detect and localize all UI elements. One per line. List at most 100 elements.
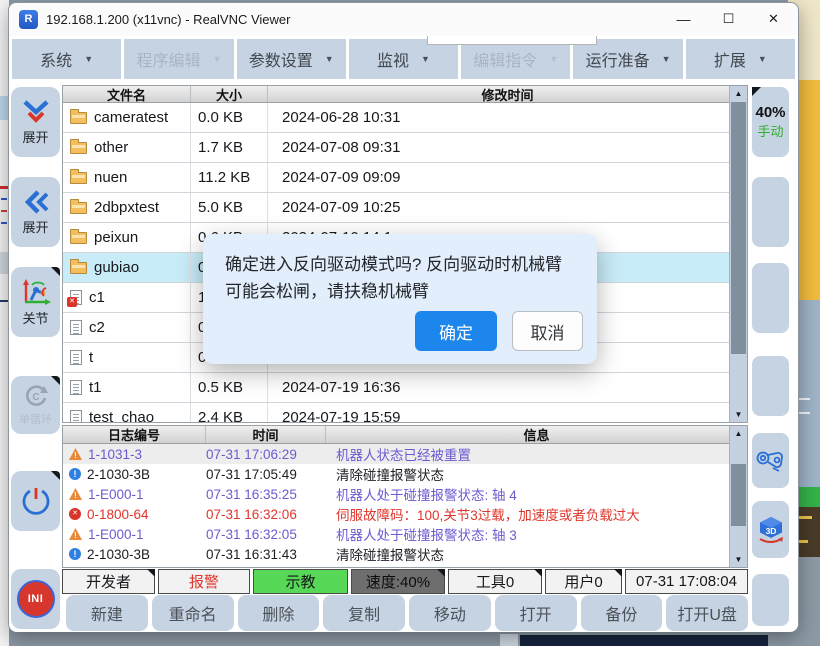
warning-icon <box>69 528 82 540</box>
delete-button[interactable]: 删除 <box>238 595 320 631</box>
file-row[interactable]: nuen 11.2 KB 2024-07-09 09:09 <box>63 163 747 193</box>
status-time: 07-31 17:08:04 <box>625 569 748 594</box>
log-row[interactable]: 0-1800-64 07-31 16:32:06 伺服故障码：100,关节3过载… <box>63 504 747 524</box>
log-header-time[interactable]: 时间 <box>206 426 326 443</box>
log-table-header[interactable]: 日志编号 时间 信息 <box>63 426 747 444</box>
log-row[interactable]: 2-1030-3B 07-31 17:05:49 清除碰撞报警状态 <box>63 464 747 484</box>
log-row[interactable]: 1-E000-1 07-31 16:35:25 机器人处于碰撞报警状态: 轴 4 <box>63 484 747 504</box>
folder-icon <box>70 262 87 274</box>
rail-button-empty[interactable] <box>752 263 789 333</box>
rail-button-empty[interactable] <box>752 177 789 247</box>
file-row[interactable]: t1 0.5 KB 2024-07-19 16:36 <box>63 373 747 403</box>
warning-icon <box>69 488 82 500</box>
status-user[interactable]: 用户0 <box>545 569 622 594</box>
cancel-button[interactable]: 取消 <box>512 311 583 351</box>
confirm-button[interactable]: 确定 <box>415 311 497 351</box>
menu-program-edit: 程序编辑 ▼ <box>124 39 233 79</box>
speed-mode-button[interactable]: 40% 手动 <box>752 87 789 157</box>
status-tool[interactable]: 工具0 <box>448 569 542 594</box>
window-title: 192.168.1.200 (x11vnc) - RealVNC Viewer <box>46 12 290 27</box>
3d-view-button[interactable]: 3D <box>752 501 789 558</box>
rail-button-empty[interactable] <box>752 574 789 626</box>
info-icon <box>69 468 81 480</box>
status-speed[interactable]: 速度:40% <box>351 569 445 594</box>
backup-button[interactable]: 备份 <box>581 595 663 631</box>
move-button[interactable]: 移动 <box>409 595 491 631</box>
folder-icon <box>70 172 87 184</box>
menu-edit-command: 编辑指令 ▼ <box>461 39 570 79</box>
scroll-up-icon[interactable]: ▲ <box>735 426 743 441</box>
corner-triangle-icon <box>752 87 761 96</box>
single-cycle-button: C 单循环 <box>11 376 60 434</box>
new-button[interactable]: 新建 <box>66 595 148 631</box>
scroll-down-icon[interactable]: ▼ <box>735 552 743 567</box>
maximize-button[interactable]: ☐ <box>706 3 751 35</box>
file-row[interactable]: test_chao 2.4 KB 2024-07-19 15:59 <box>63 403 747 423</box>
copy-button[interactable]: 复制 <box>323 595 405 631</box>
log-row[interactable]: 1-E000-1 机器人处于碰撞报警状态 <box>63 564 747 568</box>
power-button[interactable] <box>11 471 60 531</box>
info-icon <box>69 548 81 560</box>
corner-triangle-icon <box>147 569 155 577</box>
scroll-up-icon[interactable]: ▲ <box>735 86 743 101</box>
ini-button[interactable]: INI <box>11 569 60 629</box>
joint-mode-button[interactable]: 关节 <box>11 267 60 337</box>
robot-joint-icon <box>20 278 52 306</box>
file-table-header[interactable]: 文件名 大小 修改时间 <box>63 86 747 103</box>
log-row[interactable]: 2-1030-3B 07-31 16:31:43 清除碰撞报警状态 <box>63 544 747 564</box>
chevrons-left-icon <box>21 189 51 215</box>
open-usb-button[interactable]: 打开U盘 <box>666 595 748 631</box>
status-role[interactable]: 开发者 <box>62 569 155 594</box>
error-icon <box>69 508 81 520</box>
controller-icon <box>755 448 787 474</box>
document-icon <box>70 410 82 423</box>
remote-desktop-view: 系统 ▼ 程序编辑 ▼ 参数设置 ▼ 监视 ▼ 编辑指令 ▼ 运行准备 ▼ <box>9 36 798 632</box>
scrollbar-thumb[interactable] <box>731 102 746 354</box>
rail-button-empty[interactable] <box>752 356 789 416</box>
file-table-scrollbar[interactable]: ▲ ▼ <box>729 86 747 422</box>
menu-monitor[interactable]: 监视 ▼ <box>349 39 458 79</box>
menu-extension[interactable]: 扩展 ▼ <box>686 39 795 79</box>
file-row[interactable]: 2dbpxtest 5.0 KB 2024-07-09 10:25 <box>63 193 747 223</box>
file-header-name[interactable]: 文件名 <box>63 86 191 102</box>
scroll-down-icon[interactable]: ▼ <box>735 407 743 422</box>
scrollbar-thumb[interactable] <box>731 464 746 526</box>
log-row[interactable]: 1-1031-3 07-31 17:06:29 机器人状态已经被重置 <box>63 444 747 464</box>
file-header-date[interactable]: 修改时间 <box>268 86 747 102</box>
expand-left-button[interactable]: 展开 <box>11 177 60 247</box>
corner-triangle-icon <box>51 376 60 385</box>
log-table-scrollbar[interactable]: ▲ ▼ <box>729 426 747 567</box>
reverse-drive-dialog: 确定进入反向驱动模式吗? 反向驱动时机械臂 可能会松闸，请扶稳机械臂 确定 取消 <box>203 234 597 364</box>
document-icon <box>70 380 82 395</box>
svg-text:C: C <box>32 392 39 403</box>
expand-down-button[interactable]: 展开 <box>11 87 60 157</box>
titlebar[interactable]: R 192.168.1.200 (x11vnc) - RealVNC Viewe… <box>9 3 798 35</box>
dialog-message-line2: 可能会松闸，请扶稳机械臂 <box>225 278 575 305</box>
chevrons-down-icon <box>21 99 51 125</box>
corner-triangle-icon <box>534 569 542 577</box>
svg-text:3D: 3D <box>765 526 776 536</box>
file-header-size[interactable]: 大小 <box>191 86 268 102</box>
file-row[interactable]: other 1.7 KB 2024-07-08 09:31 <box>63 133 747 163</box>
menu-parameter-settings[interactable]: 参数设置 ▼ <box>237 39 346 79</box>
status-alarm[interactable]: 报警 <box>158 569 250 594</box>
corner-triangle-icon <box>614 569 622 577</box>
log-header-id[interactable]: 日志编号 <box>63 426 206 443</box>
chevron-down-icon: ▼ <box>549 54 558 64</box>
3d-cube-icon: 3D <box>755 515 787 545</box>
vnc-toolbar-notch[interactable] <box>427 36 597 45</box>
drag-teach-button[interactable] <box>752 433 789 488</box>
log-row[interactable]: 1-E000-1 07-31 16:32:05 机器人处于碰撞报警状态: 轴 3 <box>63 524 747 544</box>
minimize-button[interactable]: — <box>661 3 706 35</box>
chevron-down-icon: ▼ <box>84 54 93 64</box>
status-mode-teach[interactable]: 示教 <box>253 569 348 594</box>
menu-system[interactable]: 系统 ▼ <box>12 39 121 79</box>
rename-button[interactable]: 重命名 <box>152 595 234 631</box>
file-row[interactable]: cameratest 0.0 KB 2024-06-28 10:31 <box>63 103 747 133</box>
menu-run-prepare[interactable]: 运行准备 ▼ <box>573 39 682 79</box>
folder-icon <box>70 202 87 214</box>
dialog-message-line1: 确定进入反向驱动模式吗? 反向驱动时机械臂 <box>225 251 575 278</box>
log-header-msg[interactable]: 信息 <box>326 426 747 443</box>
open-button[interactable]: 打开 <box>495 595 577 631</box>
close-button[interactable]: ✕ <box>751 3 796 35</box>
